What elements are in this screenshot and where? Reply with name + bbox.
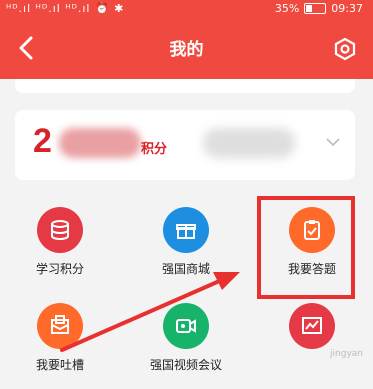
circle-bg <box>289 303 335 349</box>
points-card[interactable]: 2 积分 <box>15 110 355 180</box>
mail-comment-icon <box>51 315 69 334</box>
title-bar: 我的 <box>0 19 373 79</box>
highlight-box <box>257 196 355 299</box>
settings-icon <box>334 37 356 61</box>
status-right: 35% 09:37 <box>275 2 363 15</box>
grid-item-label: 我要吐槽 <box>35 358 84 372</box>
circle-bg <box>37 303 83 349</box>
status-bar: ᴴᴰ.ıl ᴴᴰ.ıl ᴴᴰ.ıl ⏰ ✱ 35% 09:37 <box>0 0 373 19</box>
video-camera-icon <box>176 319 196 333</box>
status-icons: ᴴᴰ.ıl ᴴᴰ.ıl ᴴᴰ.ıl ⏰ ✱ <box>6 2 125 15</box>
chart-icon <box>302 317 322 334</box>
circle-bg <box>163 303 209 349</box>
circle-bg <box>37 207 83 253</box>
battery-percent: 35% <box>274 2 300 15</box>
points-unit: 积分 <box>141 142 168 157</box>
gift-icon <box>176 224 196 239</box>
grid-item-feedback[interactable]: 我要吐槽 <box>10 303 110 373</box>
watermark: jingyan <box>330 349 363 359</box>
redacted-points <box>59 128 141 158</box>
battery-icon <box>304 3 327 14</box>
redacted-info <box>203 128 295 158</box>
profile-card <box>15 79 355 93</box>
clock: 09:37 <box>331 2 363 15</box>
circle-bg <box>163 207 209 253</box>
settings-button[interactable] <box>333 37 357 61</box>
points-value: 2 <box>33 122 52 160</box>
grid-item-video-meeting[interactable]: 强国视频会议 <box>136 303 236 373</box>
grid-item-label: 强国商城 <box>161 262 210 276</box>
database-icon <box>51 220 69 241</box>
grid-item-mall[interactable]: 强国商城 <box>136 207 236 277</box>
chevron-down-icon[interactable] <box>325 136 341 148</box>
grid-item-study-points[interactable]: 学习积分 <box>10 207 110 277</box>
page-title: 我的 <box>169 40 204 60</box>
grid-item-label: 学习积分 <box>35 262 84 276</box>
grid-item-label: 强国视频会议 <box>149 358 222 372</box>
